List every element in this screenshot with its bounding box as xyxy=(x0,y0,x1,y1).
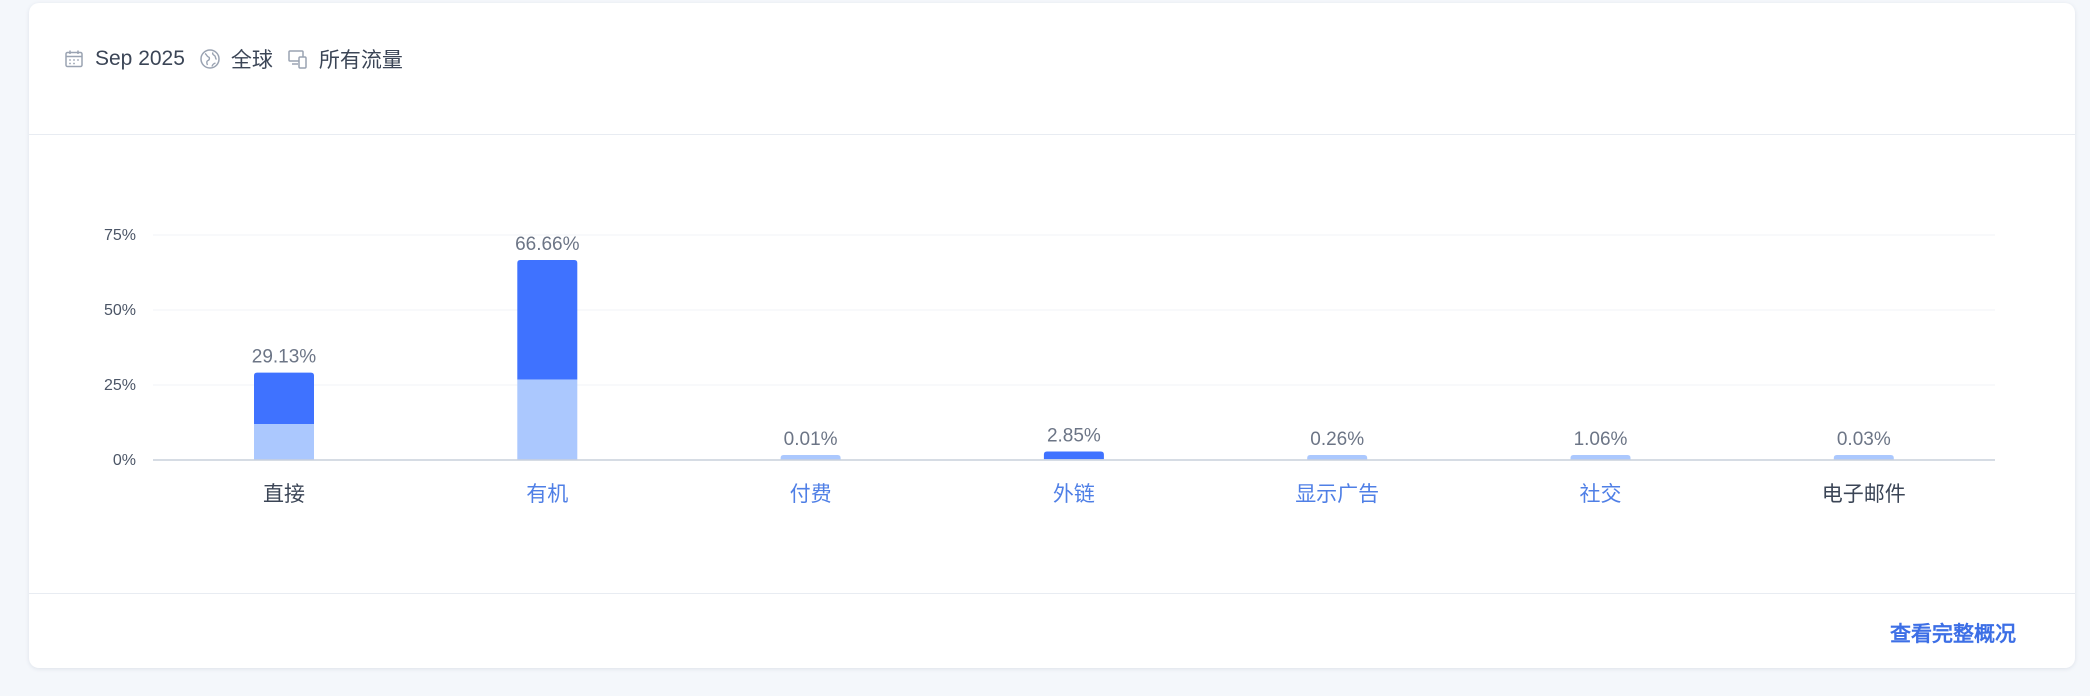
traffic-filter[interactable]: 所有流量 xyxy=(285,44,403,74)
card-header: Sep 2025 全球 所有流量 xyxy=(29,3,2075,135)
category-label[interactable]: 有机 xyxy=(526,483,568,506)
bar-segment-light xyxy=(517,379,578,460)
category-label[interactable]: 付费 xyxy=(790,483,832,506)
region-filter-label: 全球 xyxy=(230,49,273,72)
bar-value-label: 0.26% xyxy=(1310,429,1364,450)
traffic-channels-card: Sep 2025 全球 所有流量 0% 25% 50% 75% 29.13% 直… xyxy=(29,3,2075,668)
view-full-overview-link[interactable]: 查看完整概况 xyxy=(1890,618,2016,648)
category-label: 直接 xyxy=(263,483,305,506)
bar-value-label: 0.01% xyxy=(784,429,838,450)
date-filter[interactable]: Sep 2025 xyxy=(61,46,185,72)
category-label[interactable]: 社交 xyxy=(1580,483,1622,506)
region-filter[interactable]: 全球 xyxy=(197,44,273,74)
card-footer: 查看完整概况 xyxy=(29,593,2075,669)
bar-value-label: 66.66% xyxy=(515,234,580,255)
date-filter-label: Sep 2025 xyxy=(95,47,185,70)
y-tick-label: 0% xyxy=(113,452,136,469)
traffic-channel-bar-chart: 0% 25% 50% 75% 29.13% 直接 66.66% 有机 0.01% 付费 2.85% 外… xyxy=(104,227,1995,506)
devices-icon xyxy=(285,46,311,72)
globe-icon xyxy=(197,46,223,72)
bar-segment-dark xyxy=(254,372,314,424)
bar-value-label: 0.03% xyxy=(1837,429,1891,450)
bar-segment-dark xyxy=(517,260,578,380)
bar-value-label: 29.13% xyxy=(252,347,317,368)
y-tick-label: 25% xyxy=(104,377,136,394)
category-label: 电子邮件 xyxy=(1822,483,1906,506)
filter-bar: Sep 2025 全球 所有流量 xyxy=(61,41,415,77)
bar-segment-light xyxy=(254,424,314,460)
y-tick-label: 50% xyxy=(104,302,136,319)
bar-value-label: 2.85% xyxy=(1047,425,1101,446)
traffic-filter-label: 所有流量 xyxy=(318,49,403,72)
calendar-icon xyxy=(61,46,87,72)
channel-chart-area: 0% 25% 50% 75% 29.13% 直接 66.66% 有机 0.01% 付费 2.85% 外… xyxy=(29,135,2075,593)
y-tick-label: 75% xyxy=(104,227,136,244)
bar-value-label: 1.06% xyxy=(1574,429,1628,450)
bar-segment-dark xyxy=(1043,451,1104,460)
category-label[interactable]: 外链 xyxy=(1053,483,1095,506)
category-label[interactable]: 显示广告 xyxy=(1295,483,1379,506)
